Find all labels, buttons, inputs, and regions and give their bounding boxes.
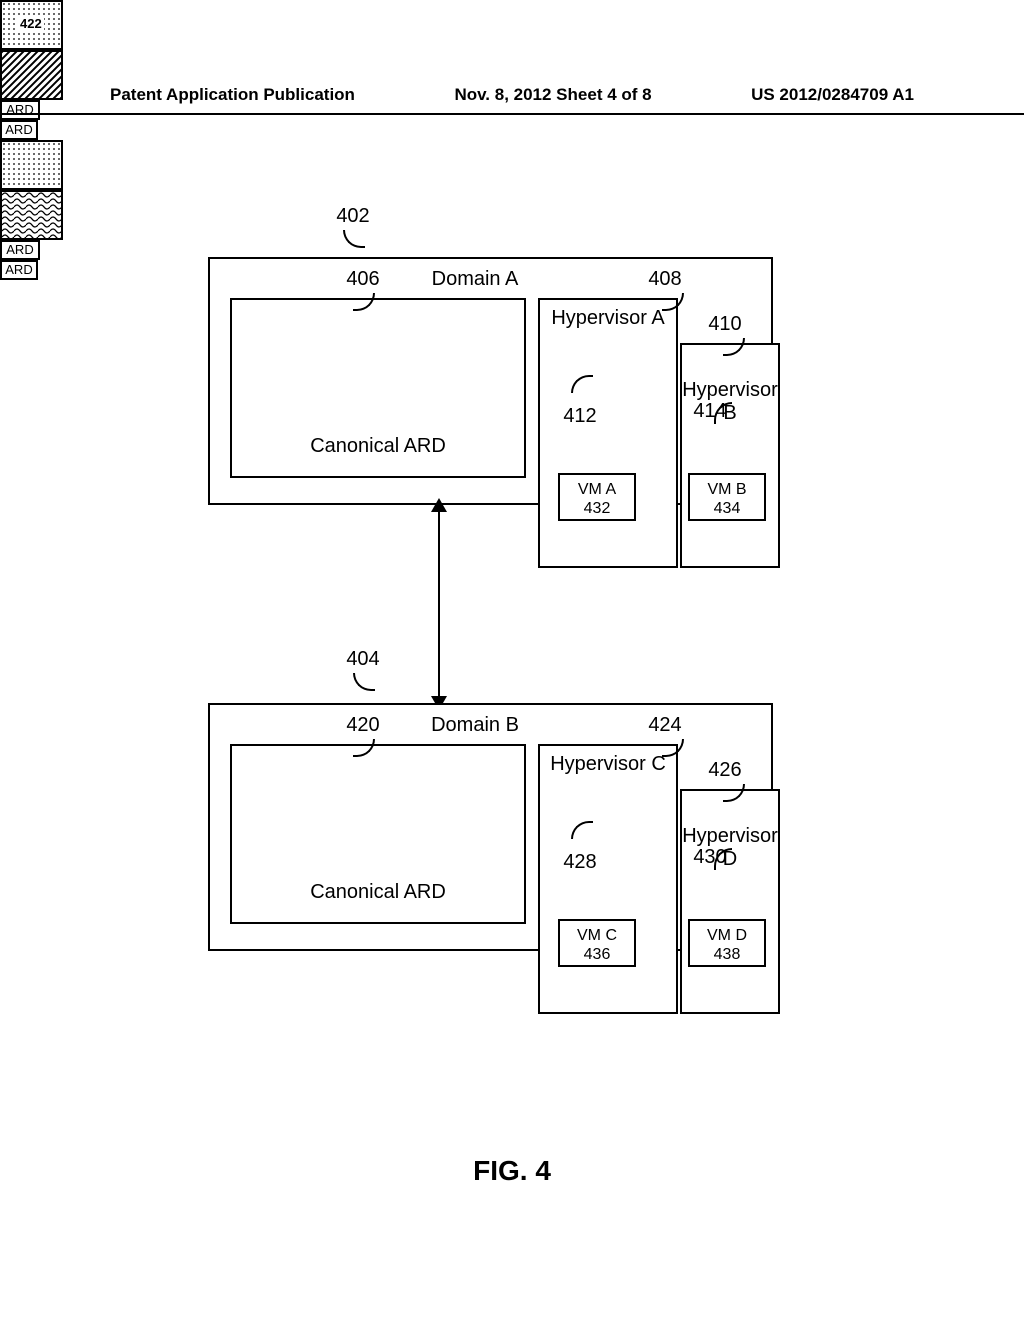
domain-b-title: Domain B [415,714,535,737]
vm-c-ref: 436 [584,946,611,963]
vm-d-ref: 438 [714,946,741,963]
ard-a-box: ARD [0,100,40,120]
arrow-up-icon [431,498,447,512]
leadline-icon [353,673,375,691]
ard-c-box: ARD [0,240,40,260]
ard-b-box: ARD [0,120,38,140]
ref-428: 428 [555,851,605,874]
ard-d-box: ARD [0,260,38,280]
vm-a-ref: 432 [584,500,611,517]
hypervisor-b-box [680,343,780,568]
figure-4-diagram: Domain A 402 Canonical ARD 406 416 418 H… [0,0,1024,1320]
ref-408: 408 [640,268,690,291]
ref-402: 402 [328,205,378,228]
hypervisor-c-title: Hypervisor C [538,753,678,776]
domain-a-title: Domain A [415,268,535,291]
ref-420: 420 [338,714,388,737]
vm-d-name: VM D [707,927,747,944]
bidirectional-connector [438,505,440,703]
leadline-icon [343,230,365,248]
hypervisor-c-box [538,744,678,1014]
vm-a-box: VM A 432 [558,473,636,521]
figure-caption: FIG. 4 [0,1155,1024,1187]
vm-a-name: VM A [578,481,616,498]
ref-404: 404 [338,648,388,671]
vm-b-name: VM B [707,481,746,498]
hypervisor-a-title: Hypervisor A [538,307,678,330]
ref-422: 422 [18,16,44,31]
hypervisor-d-box [680,789,780,1014]
vm-c-name: VM C [577,927,617,944]
canonical-ard-a-title: Canonical ARD [230,435,526,458]
vm-b-ref: 434 [714,500,741,517]
vm-d-box: VM D 438 [688,919,766,967]
ref-410: 410 [700,313,750,336]
ref-412: 412 [555,405,605,428]
ref-426: 426 [700,759,750,782]
hypervisor-a-box [538,298,678,568]
canonical-ard-b-title: Canonical ARD [230,881,526,904]
pattern-block-418: 418 [0,50,63,100]
pattern-block-422: 422 [0,190,63,240]
vm-b-box: VM B 434 [688,473,766,521]
vm-c-box: VM C 436 [558,919,636,967]
pattern-block-416b: 416 [0,140,63,190]
ref-406: 406 [338,268,388,291]
ref-424: 424 [640,714,690,737]
